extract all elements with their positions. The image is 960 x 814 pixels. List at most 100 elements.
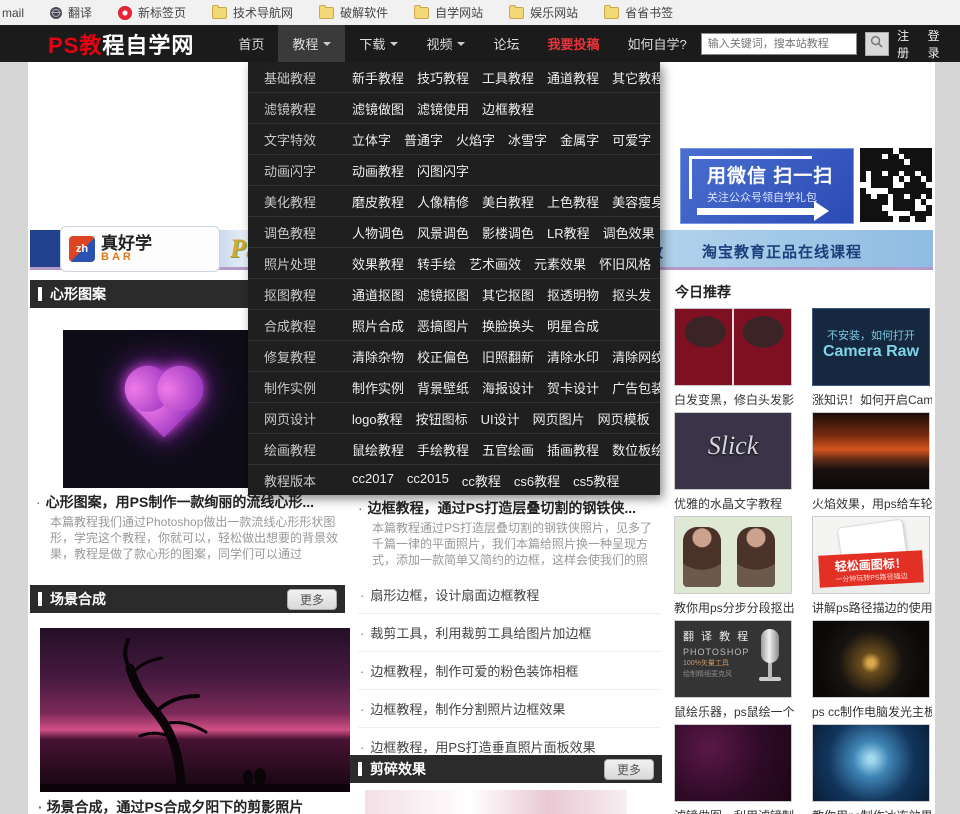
mega-link[interactable]: 抠透明物 [547, 285, 599, 304]
mega-link[interactable]: 风景调色 [417, 223, 469, 242]
search-input[interactable] [700, 32, 857, 55]
mega-link[interactable]: 鼠绘教程 [352, 440, 404, 459]
mega-link[interactable]: 网页图片 [533, 409, 585, 428]
mega-link[interactable]: 其它教程 [612, 68, 660, 87]
mega-link[interactable]: 恶搞图片 [417, 316, 469, 335]
mega-link[interactable]: 校正偏色 [417, 347, 469, 366]
register-link[interactable]: 注册 [897, 27, 919, 61]
mega-category[interactable]: 绘画教程 [264, 440, 352, 459]
bookmark-item[interactable]: 翻译 [50, 4, 92, 21]
bookmark-item[interactable]: 省省书签 [604, 4, 673, 21]
mega-link[interactable]: 贺卡设计 [547, 378, 599, 397]
mega-link[interactable]: 其它抠图 [482, 285, 534, 304]
mega-link[interactable]: 技巧教程 [417, 68, 469, 87]
mega-link[interactable]: 插画教程 [547, 440, 599, 459]
mega-link[interactable]: 海报设计 [482, 378, 534, 397]
mega-link[interactable]: 通道教程 [547, 68, 599, 87]
mega-category[interactable]: 调色教程 [264, 223, 352, 242]
mega-link[interactable]: cc教程 [462, 471, 501, 490]
mega-link[interactable]: UI设计 [481, 409, 520, 428]
mega-link[interactable]: 工具教程 [482, 68, 534, 87]
list-item[interactable]: · 边框教程，制作分割照片边框效果 [358, 690, 660, 728]
mega-link[interactable]: 美白教程 [482, 192, 534, 211]
bookmark-item[interactable]: 新标签页 [118, 4, 186, 21]
bookmark-item[interactable]: 技术导航网 [212, 4, 293, 21]
mega-link[interactable]: 制作实例 [352, 378, 404, 397]
scene-article-caption[interactable]: · 场景合成，通过PS合成夕阳下的剪影照片 [38, 797, 303, 814]
shred-section-image[interactable] [365, 790, 627, 814]
mega-category[interactable]: 美化教程 [264, 192, 352, 211]
recommend-item[interactable]: 火焰效果，用ps给车轮加上 [812, 412, 932, 516]
mega-category[interactable]: 制作实例 [264, 378, 352, 397]
heart-article-title[interactable]: · 心形图案，用PS制作一款绚丽的流线心形... [36, 492, 344, 512]
mega-link[interactable]: 调色效果 [603, 223, 655, 242]
login-link[interactable]: 登录 [928, 27, 950, 61]
mega-link[interactable]: 清除网纹 [612, 347, 660, 366]
recommend-item[interactable]: 教你用ps分步分段抠出复杂 [674, 516, 794, 620]
mega-link[interactable]: 上色教程 [547, 192, 599, 211]
mega-category[interactable]: 合成教程 [264, 316, 352, 335]
mega-link[interactable]: 元素效果 [534, 254, 586, 273]
mega-link[interactable]: cs5教程 [573, 471, 619, 490]
mega-link[interactable]: 转手绘 [417, 254, 456, 273]
list-item[interactable]: · 边框教程，制作可爱的粉色装饰相框 [358, 652, 660, 690]
mega-link[interactable]: 背景壁纸 [417, 378, 469, 397]
list-item[interactable]: · 裁剪工具，利用裁剪工具给图片加边框 [358, 614, 660, 652]
recommend-item[interactable]: 不安装，如何打开Camera Raw 涨知识！如何开启Camera [812, 308, 932, 412]
mega-link[interactable]: 人物调色 [352, 223, 404, 242]
mega-link[interactable]: logo教程 [352, 409, 403, 428]
mega-link[interactable]: 可爱字 [612, 130, 651, 149]
mega-link[interactable]: 清除杂物 [352, 347, 404, 366]
mega-link[interactable]: 火焰字 [456, 130, 495, 149]
mega-category[interactable]: 基础教程 [264, 68, 352, 87]
mega-category[interactable]: 照片处理 [264, 254, 352, 273]
nav-item-论坛[interactable]: 论坛 [479, 25, 533, 62]
recommend-item[interactable]: 翻 译 教 程 PHOTOSHOP 100%矢量工具 绘制精细麦克风 鼠绘乐器，ps鼠绘… [674, 620, 794, 724]
search-button[interactable] [864, 31, 890, 56]
mega-link[interactable]: 旧照翻新 [482, 347, 534, 366]
mega-link[interactable]: 艺术画效 [469, 254, 521, 273]
mega-link[interactable]: 广告包装 [612, 378, 660, 397]
mega-link[interactable]: 美容瘦身 [612, 192, 660, 211]
mega-link[interactable]: 磨皮教程 [352, 192, 404, 211]
mega-link[interactable]: 通道抠图 [352, 285, 404, 304]
mega-link[interactable]: 抠头发 [612, 285, 651, 304]
mega-link[interactable]: LR教程 [547, 223, 590, 242]
bookmark-item[interactable]: 自学网站 [414, 4, 483, 21]
mega-link[interactable]: 手绘教程 [417, 440, 469, 459]
mega-link[interactable]: 动画教程 [352, 161, 404, 180]
scene-article-image[interactable] [40, 628, 350, 792]
mega-link[interactable]: cs6教程 [514, 471, 560, 490]
site-logo[interactable]: PS教程自学网 [48, 28, 194, 60]
bookmark-item[interactable]: 破解软件 [319, 4, 388, 21]
mega-link[interactable]: 按钮图标 [416, 409, 468, 428]
mega-link[interactable]: 立体字 [352, 130, 391, 149]
recommend-item[interactable]: 白发变黑，修白头发影楼后 [674, 308, 794, 412]
border-article-title[interactable]: · 边框教程，通过PS打造层叠切割的钢铁侠... [358, 498, 660, 518]
bookmark-item[interactable]: 娱乐网站 [509, 4, 578, 21]
mega-link[interactable]: 清除水印 [547, 347, 599, 366]
mega-link[interactable]: 滤镜做图 [352, 99, 404, 118]
more-button[interactable]: 更多 [603, 758, 654, 780]
nav-item-视频[interactable]: 视频 [412, 25, 479, 62]
more-button[interactable]: 更多 [286, 588, 337, 610]
nav-item-我要投稿[interactable]: 我要投稿 [533, 25, 613, 62]
mega-category[interactable]: 修复教程 [264, 347, 352, 366]
mega-link[interactable]: 边框教程 [482, 99, 534, 118]
recommend-item[interactable]: 教你用ps制作冰冻效果字教 [812, 724, 932, 814]
mega-link[interactable]: cc2017 [352, 471, 394, 490]
mega-category[interactable]: 文字特效 [264, 130, 352, 149]
mega-link[interactable]: 网页模板 [598, 409, 650, 428]
mega-link[interactable]: 金属字 [560, 130, 599, 149]
mega-link[interactable]: cc2015 [407, 471, 449, 490]
mega-link[interactable]: 影楼调色 [482, 223, 534, 242]
mega-link[interactable]: 普通字 [404, 130, 443, 149]
mega-link[interactable]: 五官绘画 [482, 440, 534, 459]
mega-category[interactable]: 抠图教程 [264, 285, 352, 304]
recommend-item[interactable]: Slick 优雅的水晶文字教程 [674, 412, 794, 516]
mega-link[interactable]: 换脸换头 [482, 316, 534, 335]
mega-category[interactable]: 网页设计 [264, 409, 352, 428]
mega-link[interactable]: 新手教程 [352, 68, 404, 87]
list-item[interactable]: · 扇形边框，设计扇面边框教程 [358, 576, 660, 614]
mega-link[interactable]: 怀旧风格 [599, 254, 651, 273]
